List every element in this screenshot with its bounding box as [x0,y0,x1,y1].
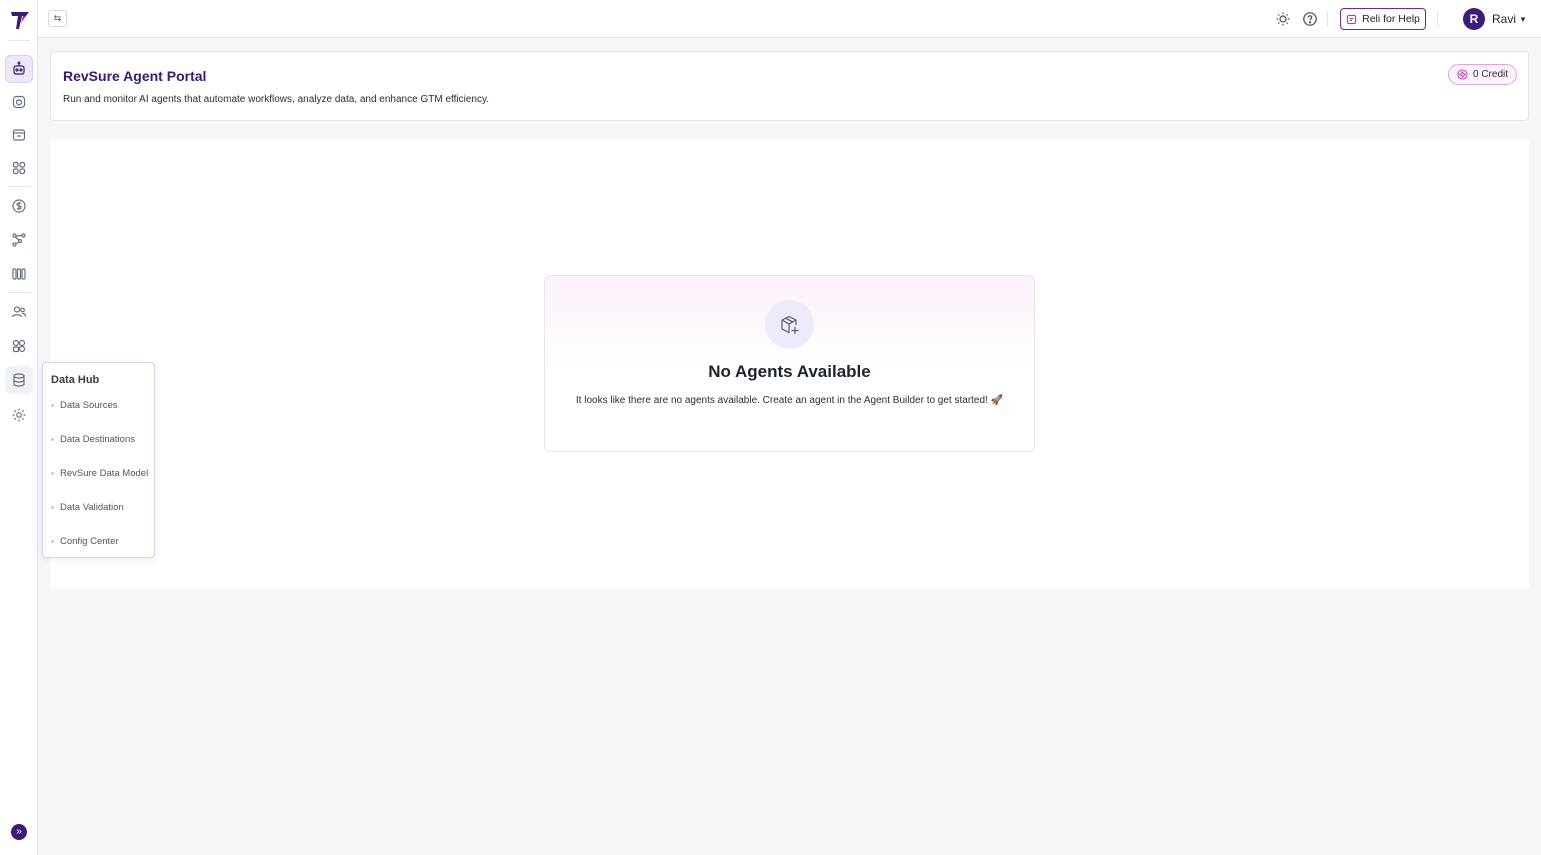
topbar-divider [1327,12,1328,26]
bullet-icon [51,471,54,475]
sidebar-item-agents[interactable] [5,55,33,83]
page-subtitle: Run and monitor AI agents that automate … [63,94,489,105]
empty-state-title: No Agents Available [708,362,871,381]
avatar: R [1463,8,1485,30]
flyout-item-data-sources[interactable]: Data Sources [51,397,151,413]
page-title: RevSure Agent Portal [63,68,207,84]
bullet-icon [51,437,54,441]
theme-toggle-icon[interactable] [1275,11,1291,27]
reli-help-label: Reli for Help [1362,13,1420,25]
credit-badge[interactable]: 0 Credit [1447,64,1517,85]
flyout-title: Data Hub [51,374,100,386]
pipeline-icon [12,268,26,280]
user-menu[interactable]: R Ravi ▼ [1463,8,1527,30]
settings-icon [12,408,26,422]
chevron-down-icon: ▼ [1519,14,1527,24]
brain-icon [12,95,26,109]
empty-state-message: It looks like there are no agents availa… [575,395,1004,406]
report-icon [12,129,26,141]
sidebar-item-insights[interactable] [5,88,33,116]
reli-chat-icon [1346,14,1357,24]
users-icon [11,306,27,318]
sidebar-divider [8,292,30,293]
flyout-item-label: Data Validation [60,501,124,513]
apps-icon [12,161,26,175]
credit-coin-icon [1457,69,1468,80]
box-add-icon [780,315,798,334]
flyout-item-label: RevSure Data Model [60,467,149,479]
sidebar-item-revenue[interactable] [5,192,33,220]
agent-icon [13,61,25,75]
sidebar-item-apps[interactable] [5,154,33,182]
revsure-logo[interactable] [9,9,31,31]
flyout-item-data-validation[interactable]: Data Validation [51,499,151,515]
empty-state-icon-wrap [765,300,814,349]
sidebar-item-data-hub[interactable] [5,366,33,394]
sidebar-item-users[interactable] [5,298,33,326]
bullet-icon [51,539,54,543]
sidebar-divider [8,40,30,41]
flyout-item-label: Data Sources [60,399,118,411]
data-hub-flyout: Data Hub Data Sources Data Destinations … [42,362,155,558]
sidebar-divider [8,186,30,187]
flyout-item-label: Config Center [60,535,119,547]
flyout-item-label: Data Destinations [60,433,135,445]
top-bar: ⇆ Reli for Help R Ravi ▼ [38,0,1541,38]
sidebar-item-pipeline[interactable] [5,260,33,288]
sidebar-item-reports[interactable] [5,121,33,149]
flyout-item-revsure-data-model[interactable]: RevSure Data Model [51,465,151,481]
flyout-item-config-center[interactable]: Config Center [51,533,151,549]
segments-icon [12,339,26,353]
topbar-divider [1437,12,1438,26]
credit-label: 0 Credit [1472,69,1508,80]
flyout-item-data-destinations[interactable]: Data Destinations [51,431,151,447]
sidebar-item-journeys[interactable] [5,226,33,254]
agents-panel: No Agents Available It looks like there … [50,139,1529,589]
reli-help-button[interactable]: Reli for Help [1340,8,1426,30]
user-name: Ravi [1492,12,1517,26]
help-icon[interactable] [1302,11,1318,27]
left-sidebar: » [0,0,38,855]
sidebar-item-settings[interactable] [5,401,33,429]
sidebar-item-segments[interactable] [5,332,33,360]
dollar-icon [12,199,26,213]
empty-state-card: No Agents Available It looks like there … [544,275,1035,452]
expand-sidebar-button[interactable]: » [11,824,27,840]
bullet-icon [51,403,54,407]
collapse-menu-button[interactable]: ⇆ [48,10,67,27]
portal-header-card: RevSure Agent Portal Run and monitor AI … [50,51,1529,121]
database-icon [13,373,25,387]
bullet-icon [51,505,54,509]
journey-icon [12,233,26,247]
